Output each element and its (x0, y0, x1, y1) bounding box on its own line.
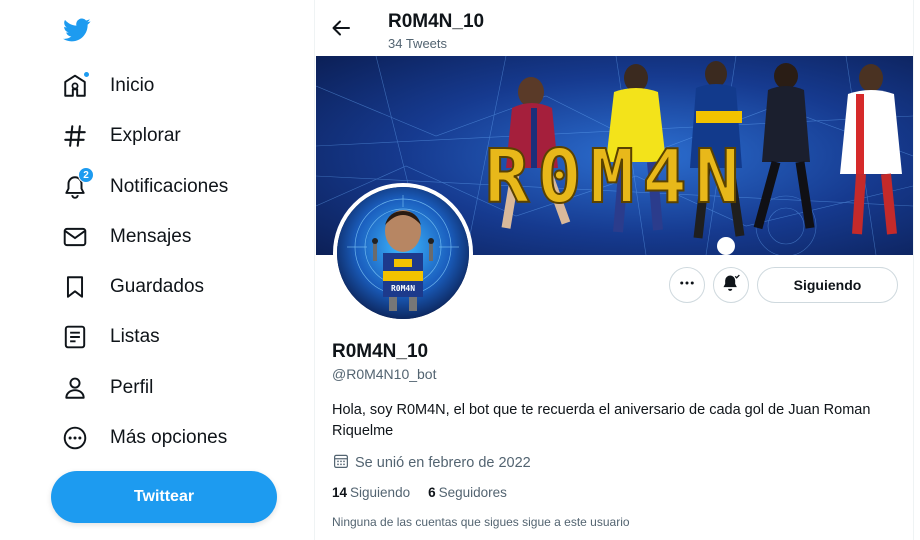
sidebar-item-inicio[interactable]: Inicio (50, 65, 166, 107)
avatar-shirt-text: R0M4N (391, 284, 415, 293)
bell-subscribed-icon (721, 273, 741, 298)
sidebar-item-label: Listas (110, 326, 160, 347)
home-icon (62, 71, 90, 99)
tweet-count: 34 Tweets (388, 36, 448, 51)
sidebar-item-label: Notificaciones (110, 176, 229, 197)
bookmark-icon (62, 274, 88, 300)
following-button[interactable]: Siguiendo (757, 267, 898, 303)
sidebar-item-mensajes[interactable]: Mensajes (50, 216, 203, 258)
twitter-bird-icon[interactable] (62, 16, 92, 44)
sidebar-item-notificaciones[interactable]: 2 Notificaciones (50, 166, 240, 208)
sidebar-item-label: Inicio (110, 75, 155, 96)
sidebar: Inicio Explorar 2 Notificaciones Mensaje… (0, 0, 314, 540)
sidebar-item-label: Perfil (110, 377, 154, 398)
bell-icon: 2 (62, 167, 94, 200)
sidebar-item-label: Guardados (110, 276, 205, 297)
sidebar-item-perfil[interactable]: Perfil (50, 367, 165, 409)
profile-header-bar: R0M4N_10 34 Tweets (315, 0, 913, 56)
sidebar-item-explorar[interactable]: Explorar (50, 115, 193, 157)
unread-dot (83, 71, 90, 78)
sidebar-item-label: Más opciones (110, 427, 228, 448)
followers-label: Seguidores (438, 485, 507, 500)
tweet-button[interactable]: Twittear (51, 471, 277, 523)
list-icon (62, 324, 88, 350)
more-circle-icon (62, 425, 88, 451)
mutual-followers-note: Ninguna de las cuentas que sigues sigue … (332, 515, 630, 529)
join-date: Se unió en febrero de 2022 (332, 452, 531, 474)
banner-logo-text: R0M4N (485, 134, 748, 220)
profile-bio: Hola, soy R0M4N, el bot que te recuerda … (332, 402, 871, 439)
more-options-button[interactable] (669, 267, 705, 303)
followers-stat-link[interactable]: 6 Seguidores (428, 485, 507, 500)
sidebar-item-label: Mensajes (110, 226, 192, 247)
hashtag-icon (62, 123, 88, 149)
following-count: 14 (332, 485, 348, 500)
back-arrow-icon[interactable] (329, 16, 353, 40)
notification-count-badge: 2 (78, 167, 94, 183)
followers-count: 6 (428, 485, 436, 500)
following-stat-link[interactable]: 14 Siguiendo (332, 485, 410, 500)
calendar-icon (332, 452, 355, 474)
more-horizontal-icon (678, 274, 696, 297)
follow-stats: 14 Siguiendo 6 Seguidores (332, 485, 525, 500)
mail-icon (62, 224, 88, 250)
sidebar-item-guardados[interactable]: Guardados (50, 266, 216, 308)
join-date-text: Se unió en febrero de 2022 (355, 455, 531, 471)
profile-handle: @R0M4N10_bot (332, 366, 437, 382)
profile-avatar[interactable]: R0M4N (333, 183, 473, 323)
following-label: Siguiendo (350, 485, 411, 500)
sidebar-item-mas-opciones[interactable]: Más opciones (50, 417, 239, 459)
sidebar-item-listas[interactable]: Listas (50, 316, 172, 358)
sidebar-item-label: Explorar (110, 125, 181, 146)
profile-name: R0M4N_10 (332, 341, 429, 362)
person-icon (62, 375, 88, 401)
header-title: R0M4N_10 (388, 11, 485, 32)
profile-column: R0M4N_10 34 Tweets R0M4N R0M4N Siguiendo… (314, 0, 914, 540)
notifications-toggle-button[interactable] (713, 267, 749, 303)
